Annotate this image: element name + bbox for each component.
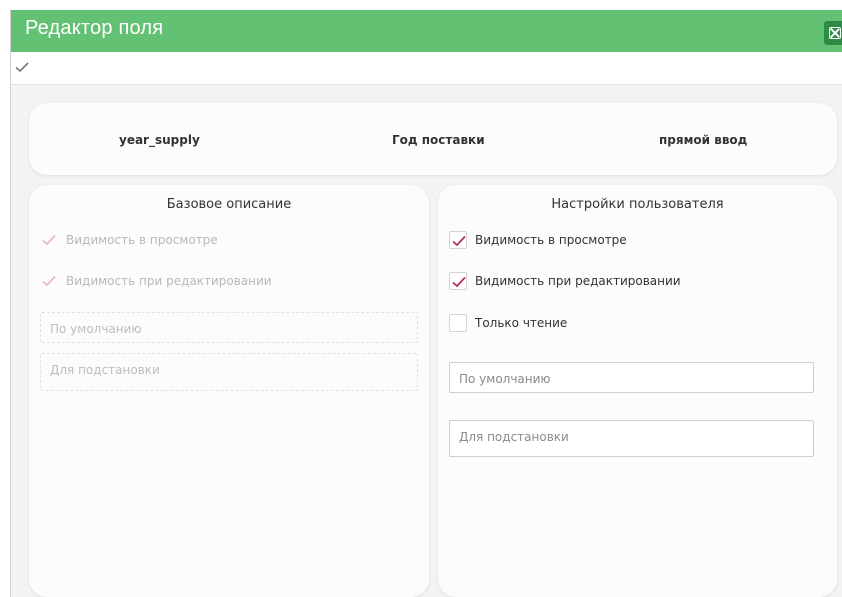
checkmark-icon <box>15 62 29 73</box>
user-edit-visibility-checkbox[interactable] <box>449 272 467 290</box>
user-substitution-placeholder: Для подстановки <box>459 430 569 444</box>
base-substitution-placeholder: Для подстановки <box>50 363 160 377</box>
user-substitution-field[interactable]: Для подстановки <box>449 420 814 457</box>
user-settings-panel: Настройки пользователя Видимость в просм… <box>438 185 837 597</box>
field-input-type: прямой ввод <box>659 133 748 147</box>
field-name: year_supply <box>119 133 200 147</box>
base-view-visibility-label: Видимость в просмотре <box>66 233 218 247</box>
base-view-visibility-checkbox <box>40 231 58 249</box>
user-read-only-label: Только чтение <box>475 316 568 330</box>
checkmark-icon <box>42 234 56 246</box>
close-window-icon <box>829 27 841 39</box>
user-view-visibility-checkbox[interactable] <box>449 231 467 249</box>
base-edit-visibility-checkbox <box>40 272 58 290</box>
base-description-title: Базовое описание <box>166 197 292 212</box>
base-description-panel: Базовое описание Видимость в просмотре В… <box>29 185 429 597</box>
user-settings-title: Настройки пользователя <box>551 197 724 212</box>
base-default-placeholder: По умолчанию <box>50 322 142 336</box>
dialog-title: Редактор поля <box>25 17 164 39</box>
user-view-visibility-label: Видимость в просмотре <box>475 233 627 247</box>
base-default-field: По умолчанию <box>40 312 418 343</box>
user-default-field[interactable]: По умолчанию <box>449 362 814 393</box>
dialog-toolbar <box>11 52 842 85</box>
checkmark-icon <box>452 235 466 247</box>
close-window-button[interactable] <box>824 21 842 45</box>
checkmark-icon <box>42 275 56 287</box>
field-title: Год поставки <box>392 133 485 147</box>
field-summary-card: year_supply Год поставки прямой ввод <box>29 103 837 175</box>
user-read-only-checkbox[interactable] <box>449 314 467 332</box>
base-substitution-field: Для подстановки <box>40 353 418 391</box>
base-edit-visibility-label: Видимость при редактировании <box>66 274 272 288</box>
user-default-placeholder: По умолчанию <box>459 372 551 386</box>
dialog-content: year_supply Год поставки прямой ввод Баз… <box>11 85 842 597</box>
dialog-titlebar: Редактор поля <box>11 10 842 52</box>
save-button[interactable] <box>15 59 29 73</box>
user-edit-visibility-label: Видимость при редактировании <box>475 274 681 288</box>
field-editor-dialog: Редактор поля year_supply Год поставки п… <box>10 10 842 597</box>
checkmark-icon <box>452 276 466 288</box>
